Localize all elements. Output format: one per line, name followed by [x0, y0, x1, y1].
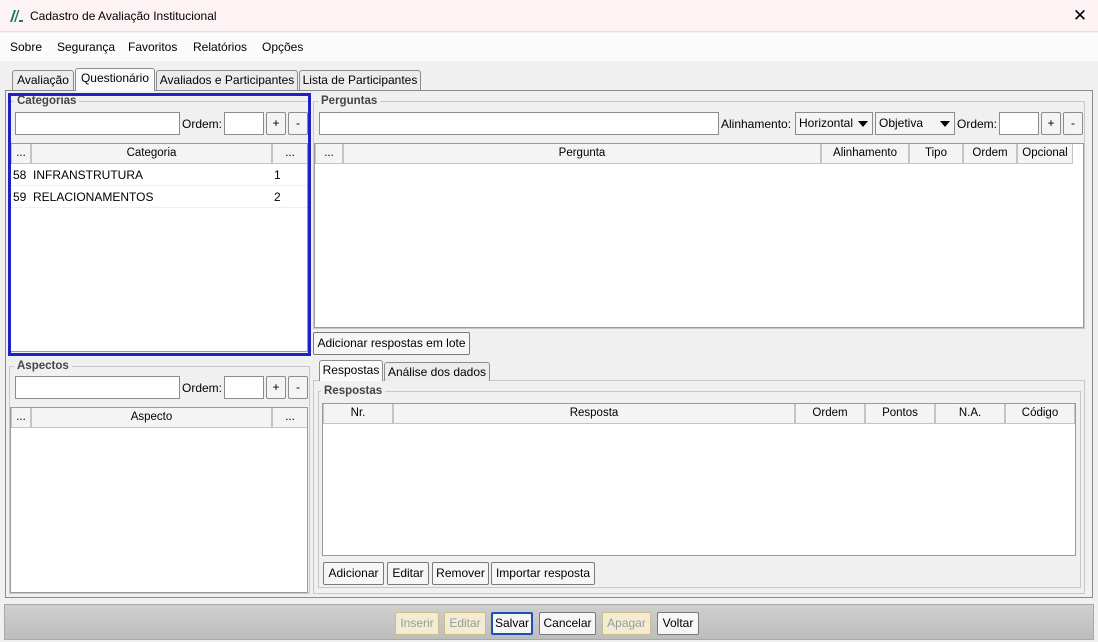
column-header-tipo[interactable]: Tipo — [909, 144, 963, 164]
app-logo-icon — [10, 10, 23, 22]
column-header-resposta[interactable]: Resposta — [393, 404, 795, 424]
window-title: Cadastro de Avaliação Institucional — [30, 9, 217, 23]
categorias-table: ... Categoria ... 58 INFRANSTRUTURA 1 59… — [10, 143, 308, 352]
tipo-value: Objetiva — [879, 116, 924, 130]
apagar-button[interactable]: Apagar — [602, 612, 651, 635]
perguntas-table: ... Pergunta Alinhamento Tipo Ordem Opci… — [314, 143, 1084, 328]
aspecto-name-input[interactable] — [15, 376, 180, 399]
column-header-nr[interactable]: Nr. — [323, 404, 393, 424]
respostas-table: Nr. Resposta Ordem Pontos N.A. Código — [322, 403, 1076, 556]
pergunta-input[interactable] — [319, 112, 719, 135]
table-row[interactable]: 58 INFRANSTRUTURA 1 — [11, 164, 307, 186]
alinhamento-value: Horizontal — [799, 116, 854, 130]
categoria-ordem: 2 — [274, 190, 281, 204]
column-header[interactable]: ... — [315, 144, 343, 164]
cancelar-button[interactable]: Cancelar — [539, 612, 596, 635]
chevron-down-icon — [940, 121, 950, 127]
categoria-ordem-input[interactable] — [224, 112, 264, 135]
categoria-remove-button[interactable]: - — [288, 112, 308, 135]
column-header-pergunta[interactable]: Pergunta — [343, 144, 821, 164]
column-header-opcional[interactable]: Opcional — [1017, 144, 1073, 164]
aspecto-ordem-label: Ordem: — [182, 381, 223, 395]
menu-opcoes[interactable]: Opções — [262, 40, 303, 54]
tab-avaliados-participantes[interactable]: Avaliados e Participantes — [156, 70, 298, 90]
column-header-na[interactable]: N.A. — [935, 404, 1005, 424]
categoria-id: 59 — [13, 190, 27, 204]
perguntas-title: Perguntas — [318, 95, 381, 107]
column-header-categoria[interactable]: Categoria — [31, 144, 272, 164]
respostas-title: Respostas — [321, 385, 386, 397]
categoria-name: RELACIONAMENTOS — [33, 190, 154, 204]
alinhamento-label: Alinhamento: — [721, 117, 792, 131]
tab-avaliacao[interactable]: Avaliação — [12, 70, 74, 90]
pergunta-ordem-input[interactable] — [999, 112, 1039, 135]
aspecto-ordem-input[interactable] — [224, 376, 264, 399]
alinhamento-select[interactable]: Horizontal — [795, 112, 873, 135]
column-header-aspecto[interactable]: Aspecto — [31, 408, 272, 428]
column-header-pontos[interactable]: Pontos — [865, 404, 935, 424]
pergunta-ordem-label: Ordem: — [957, 117, 998, 131]
categoria-ordem: 1 — [274, 168, 281, 182]
tipo-select[interactable]: Objetiva — [875, 112, 955, 135]
inserir-button[interactable]: Inserir — [395, 612, 439, 635]
column-header[interactable]: ... — [272, 144, 307, 164]
editar-resposta-button[interactable]: Editar — [387, 562, 429, 585]
categoria-name: INFRANSTRUTURA — [33, 168, 143, 182]
column-header-codigo[interactable]: Código — [1005, 404, 1075, 424]
categoria-ordem-label: Ordem: — [182, 117, 223, 131]
column-header[interactable]: ... — [272, 408, 307, 428]
categoria-name-input[interactable] — [15, 112, 180, 135]
column-header[interactable]: ... — [11, 144, 31, 164]
editar-button[interactable]: Editar — [444, 612, 486, 635]
adicionar-button[interactable]: Adicionar — [323, 562, 384, 585]
aspecto-remove-button[interactable]: - — [288, 376, 308, 399]
tab-respostas[interactable]: Respostas — [319, 360, 383, 381]
menu-sobre[interactable]: Sobre — [10, 40, 42, 54]
tab-lista-participantes[interactable]: Lista de Participantes — [299, 70, 421, 90]
pergunta-add-button[interactable]: + — [1041, 112, 1061, 135]
voltar-button[interactable]: Voltar — [657, 612, 699, 635]
salvar-button[interactable]: Salvar — [491, 612, 533, 635]
tab-questionario[interactable]: Questionário — [75, 68, 155, 91]
close-icon[interactable]: ✕ — [1066, 4, 1094, 28]
table-row[interactable]: 59 RELACIONAMENTOS 2 — [11, 186, 307, 208]
remover-button[interactable]: Remover — [432, 562, 489, 585]
aspectos-title: Aspectos — [14, 360, 72, 372]
menu-seguranca[interactable]: Segurança — [57, 40, 115, 54]
chevron-down-icon — [858, 121, 868, 127]
importar-resposta-button[interactable]: Importar resposta — [491, 562, 595, 585]
menu-relatorios[interactable]: Relatórios — [193, 40, 247, 54]
menu-favoritos[interactable]: Favoritos — [128, 40, 177, 54]
categoria-add-button[interactable]: + — [266, 112, 286, 135]
column-header-alinhamento[interactable]: Alinhamento — [821, 144, 909, 164]
pergunta-remove-button[interactable]: - — [1063, 112, 1083, 135]
tab-analise-dados[interactable]: Análise dos dados — [384, 362, 490, 381]
categorias-title: Categorias — [14, 95, 80, 107]
adicionar-respostas-lote-button[interactable]: Adicionar respostas em lote — [313, 332, 470, 355]
categoria-id: 58 — [13, 168, 27, 182]
menu-bar: Sobre Segurança Favoritos Relatórios Opç… — [0, 33, 1098, 61]
aspecto-add-button[interactable]: + — [266, 376, 286, 399]
column-header-ordem[interactable]: Ordem — [963, 144, 1017, 164]
aspectos-table: ... Aspecto ... — [10, 407, 308, 593]
column-header-ordem[interactable]: Ordem — [795, 404, 865, 424]
column-header[interactable]: ... — [11, 408, 31, 428]
